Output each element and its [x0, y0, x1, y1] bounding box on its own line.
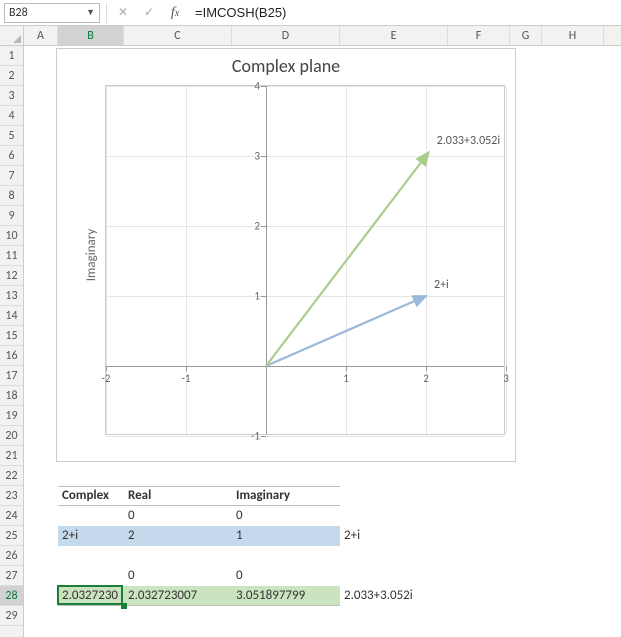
table-cell[interactable]: 1: [232, 526, 340, 546]
table-cell[interactable]: 0: [124, 506, 232, 526]
table-cell[interactable]: 2.032723007: [124, 586, 232, 606]
grid: 1234567891011121314151617181920212223242…: [0, 46, 621, 637]
chart-plot-area: -2-1123-112342+i2.033+3.052i: [105, 85, 505, 435]
row-header-24[interactable]: 24: [0, 506, 23, 526]
row-header-20[interactable]: 20: [0, 426, 23, 446]
row-header-4[interactable]: 4: [0, 106, 23, 126]
table-cell[interactable]: 2.0327230: [58, 586, 124, 606]
confirm-icon[interactable]: ✓: [139, 3, 159, 23]
chart-ylabel: Imaginary: [84, 229, 99, 282]
row-header-27[interactable]: 27: [0, 566, 23, 586]
row-header-3[interactable]: 3: [0, 86, 23, 106]
cancel-icon[interactable]: ✕: [113, 3, 133, 23]
row-header-13[interactable]: 13: [0, 286, 23, 306]
col-header-A[interactable]: A: [24, 26, 58, 45]
table-cell[interactable]: 0: [124, 566, 232, 586]
row-header-5[interactable]: 5: [0, 126, 23, 146]
row-header-10[interactable]: 10: [0, 226, 23, 246]
row-header-23[interactable]: 23: [0, 486, 23, 506]
row-header-26[interactable]: 26: [0, 546, 23, 566]
chevron-down-icon: ▼: [86, 7, 95, 18]
row-header-15[interactable]: 15: [0, 326, 23, 346]
row-header-17[interactable]: 17: [0, 366, 23, 386]
col-header-H[interactable]: H: [542, 26, 604, 45]
row-headers: 1234567891011121314151617181920212223242…: [0, 46, 24, 637]
row-header-11[interactable]: 11: [0, 246, 23, 266]
col-header-F[interactable]: F: [448, 26, 510, 45]
table-cell[interactable]: 3.051897799: [232, 586, 340, 606]
chart-title: Complex plane: [57, 49, 515, 79]
table-header[interactable]: Real: [124, 486, 232, 506]
col-header-C[interactable]: C: [124, 26, 232, 45]
col-header-D[interactable]: D: [232, 26, 340, 45]
vector-2.033+3.052i: [266, 152, 429, 366]
vector-2+i: [266, 296, 426, 366]
row-header-2[interactable]: 2: [0, 66, 23, 86]
table-cell[interactable]: 2+i: [58, 526, 124, 546]
name-box[interactable]: B28 ▼: [4, 3, 100, 23]
row-header-12[interactable]: 12: [0, 266, 23, 286]
cells-area[interactable]: Complex plane Imaginary -2-1123-112342+i…: [24, 46, 621, 637]
table-cell[interactable]: 2: [124, 526, 232, 546]
select-all-corner[interactable]: [0, 26, 24, 45]
cell-reference: B28: [9, 6, 28, 20]
row-header-9[interactable]: 9: [0, 206, 23, 226]
row-header-18[interactable]: 18: [0, 386, 23, 406]
formula-input[interactable]: [191, 3, 617, 23]
row-header-14[interactable]: 14: [0, 306, 23, 326]
row-header-28[interactable]: 28: [0, 586, 23, 606]
col-header-E[interactable]: E: [340, 26, 448, 45]
chart[interactable]: Complex plane Imaginary -2-1123-112342+i…: [56, 48, 516, 462]
row-header-25[interactable]: 25: [0, 526, 23, 546]
table-cell[interactable]: 0: [232, 506, 340, 526]
row-header-1[interactable]: 1: [0, 46, 23, 66]
row-header-16[interactable]: 16: [0, 346, 23, 366]
col-header-B[interactable]: B: [58, 26, 124, 45]
row-header-29[interactable]: 29: [0, 606, 23, 626]
table-header[interactable]: Imaginary: [232, 486, 340, 506]
divider: [106, 3, 107, 23]
col-header-G[interactable]: G: [510, 26, 542, 45]
row-header-7[interactable]: 7: [0, 166, 23, 186]
row-header-21[interactable]: 21: [0, 446, 23, 466]
row-header-22[interactable]: 22: [0, 466, 23, 486]
fx-icon[interactable]: fx: [165, 3, 185, 23]
column-headers: ABCDEFGH: [0, 26, 621, 46]
row-header-19[interactable]: 19: [0, 406, 23, 426]
table-header[interactable]: Complex: [58, 486, 124, 506]
table-cell[interactable]: 2+i: [340, 526, 448, 546]
row-header-6[interactable]: 6: [0, 146, 23, 166]
formula-bar: B28 ▼ ✕ ✓ fx: [0, 0, 621, 26]
table-cell[interactable]: 2.033+3.052i: [340, 586, 448, 606]
table-cell[interactable]: 0: [232, 566, 340, 586]
row-header-8[interactable]: 8: [0, 186, 23, 206]
